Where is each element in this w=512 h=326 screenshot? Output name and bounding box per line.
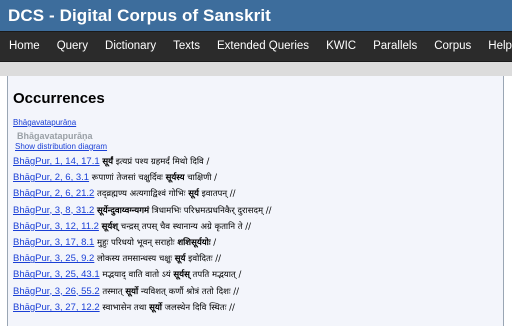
occurrence-keyword: सूर्यस् [173, 270, 190, 281]
occurrence-row: BhāgPur, 3, 8, 31.2 सूर्येन्दुवाय्वग्न्य… [13, 203, 503, 219]
occurrence-keyword: सूर्यं [102, 157, 114, 167]
occurrence-ref-link[interactable]: BhāgPur, 3, 26, 55.2 [13, 286, 100, 297]
subheader-strip [0, 62, 512, 76]
occurrence-context-after: चाक्षिणी / [184, 173, 218, 184]
occurrence-ref-link[interactable]: BhāgPur, 2, 6, 3.1 [13, 172, 89, 183]
occurrence-row: BhāgPur, 3, 17, 8.1 मुहुः परिधयो भूवन् स… [13, 235, 503, 251]
nav-kwic[interactable]: KWIC [317, 32, 364, 61]
occurrence-keyword: सूर्यस्य [165, 173, 185, 184]
occurrence-text: सूर्येन्दुवाय्वग्न्यगमं त्रिधामभिः परिभ्… [94, 206, 271, 216]
occurrence-context-after: न्यविशत् कर्णौ श्रोत्रं ततो दिशः // [138, 286, 240, 297]
occurrence-text: तद्व्रह्मण्य अत्यगाद्विश्वं गोभिः सूर्य … [94, 189, 235, 199]
nav-extended-queries[interactable]: Extended Queries [208, 32, 317, 61]
occurrence-text: मुहुः परिधयो भूवन् सराहोः शशिसूर्ययोः / [94, 238, 216, 248]
nav-help[interactable]: Help [479, 32, 512, 61]
occurrence-keyword: सूर्यो [149, 302, 162, 313]
occurrence-context-before: मद्भयाद् वाति वातो ऽयं [102, 270, 174, 281]
occurrence-context-before: तद्व्रह्मण्य अत्यगाद्विश्वं गोभिः [97, 189, 189, 200]
occurrence-row: BhāgPur, 3, 27, 12.2 स्वाभासेन तथा सूर्य… [13, 300, 503, 316]
occurrence-ref-link[interactable]: BhāgPur, 3, 17, 8.1 [13, 237, 94, 248]
occurrence-keyword: सूर्यश् [101, 221, 119, 232]
occurrence-keyword: शशिसूर्ययोः [177, 238, 211, 249]
occurrence-context-after: इवातपन् // [198, 189, 236, 200]
nav-parallels[interactable]: Parallels [364, 32, 425, 61]
occurrence-context-before: रूपाणां तेजसां चक्षुर्दिवः [91, 173, 166, 184]
occurrence-context-before: मुहुः परिधयो भूवन् सराहोः [97, 238, 178, 249]
breadcrumb-link[interactable]: Bhāgavatapurāṇa [13, 118, 503, 127]
nav-texts[interactable]: Texts [164, 32, 208, 61]
occurrence-context-after: इत्यप्रं पश्य ग्रहमर्दं मिथो दिवि / [113, 157, 210, 167]
occurrence-text: तस्मात् सूर्यो न्यविशत् कर्णौ श्रोत्रं त… [100, 287, 239, 297]
occurrence-context-after: त्रिधामभिः परिभ्रमत्प्रधनिकैर् दुरासदम् … [149, 205, 272, 216]
occurrence-row: BhāgPur, 3, 25, 9.2 लोकस्य तमसान्धस्य चक… [13, 251, 503, 267]
occurrence-row: BhāgPur, 1, 14, 17.1 सूर्यं इत्यप्रं पश्… [13, 154, 503, 170]
occurrence-context-after: इवोदितः // [185, 254, 221, 265]
occurrence-keyword: सूर्य [188, 189, 199, 200]
occurrence-ref-link[interactable]: BhāgPur, 3, 25, 9.2 [13, 253, 94, 264]
occurrence-text: रूपाणां तेजसां चक्षुर्दिवः सूर्यस्य चाक्… [89, 173, 217, 183]
occurrence-row: BhāgPur, 2, 6, 21.2 तद्व्रह्मण्य अत्यगाद… [13, 186, 503, 202]
occurrence-ref-link[interactable]: BhāgPur, 3, 25, 43.1 [13, 269, 100, 280]
occurrence-row: BhāgPur, 3, 12, 11.2 सूर्यश् चन्द्रस् तप… [13, 219, 503, 235]
main-nav: Home Query Dictionary Texts Extended Que… [0, 31, 512, 62]
occurrence-row: BhāgPur, 3, 25, 43.1 मद्भयाद् वाति वातो … [13, 267, 503, 283]
occurrence-context-after: तपति मद्भयात् / [189, 270, 242, 281]
occurrence-keyword: सूर्येन्दुवाय्वग्न्यगमं [97, 205, 150, 216]
occurrence-ref-link[interactable]: BhāgPur, 3, 12, 11.2 [13, 221, 99, 232]
occurrence-keyword: सूर्यो [125, 286, 139, 297]
occurrence-ref-link[interactable]: BhāgPur, 2, 6, 21.2 [13, 188, 94, 199]
occurrence-context-before: स्वाभासेन तथा [102, 302, 150, 313]
occurrence-context-after: जलस्थेन दिवि स्थितः // [161, 302, 235, 313]
show-distribution-link[interactable]: Show distribution diagram [15, 142, 503, 151]
occurrence-text: मद्भयाद् वाति वातो ऽयं सूर्यस् तपति मद्भ… [100, 270, 242, 281]
site-header: DCS - Digital Corpus of Sanskrit [0, 0, 512, 31]
nav-dictionary[interactable]: Dictionary [96, 32, 164, 61]
occurrence-keyword: सूर्य [174, 254, 186, 265]
occurrence-context-after: / [210, 238, 217, 249]
occurrence-ref-link[interactable]: BhāgPur, 1, 14, 17.1 [13, 156, 100, 167]
main-content: Occurrences Bhāgavatapurāṇa Bhāgavatapur… [7, 76, 504, 326]
occurrence-row: BhāgPur, 2, 6, 3.1 रूपाणां तेजसां चक्षुर… [13, 170, 503, 186]
nav-corpus[interactable]: Corpus [425, 32, 479, 61]
occurrence-text: लोकस्य तमसान्धस्य चक्षुः सूर्य इवोदितः /… [94, 254, 221, 264]
nav-query[interactable]: Query [48, 32, 96, 61]
text-section-heading: Bhāgavatapurāṇa [17, 131, 93, 141]
occurrence-list: BhāgPur, 1, 14, 17.1 सूर्यं इत्यप्रं पश्… [13, 154, 503, 316]
page-title: Occurrences [13, 90, 105, 107]
occurrence-row: BhāgPur, 3, 26, 55.2 तस्मात् सूर्यो न्यव… [13, 284, 503, 300]
site-title: DCS - Digital Corpus of Sanskrit [8, 5, 271, 25]
occurrence-context-before: लोकस्य तमसान्धस्य चक्षुः [97, 254, 175, 265]
nav-home[interactable]: Home [0, 32, 48, 61]
occurrence-context-before: तस्मात् [102, 286, 126, 297]
occurrence-text: स्वाभासेन तथा सूर्यो जलस्थेन दिवि स्थितः… [100, 303, 235, 313]
occurrence-ref-link[interactable]: BhāgPur, 3, 8, 31.2 [13, 205, 94, 216]
occurrence-text: सूर्यश् चन्द्रस् तपस् चैव स्थानान्य अग्र… [99, 222, 251, 232]
occurrence-ref-link[interactable]: BhāgPur, 3, 27, 12.2 [13, 302, 100, 313]
occurrence-text: सूर्यं इत्यप्रं पश्य ग्रहमर्दं मिथो दिवि… [100, 157, 210, 167]
occurrence-context-after: चन्द्रस् तपस् चैव स्थानान्य अग्रे कृतानि… [118, 221, 252, 232]
